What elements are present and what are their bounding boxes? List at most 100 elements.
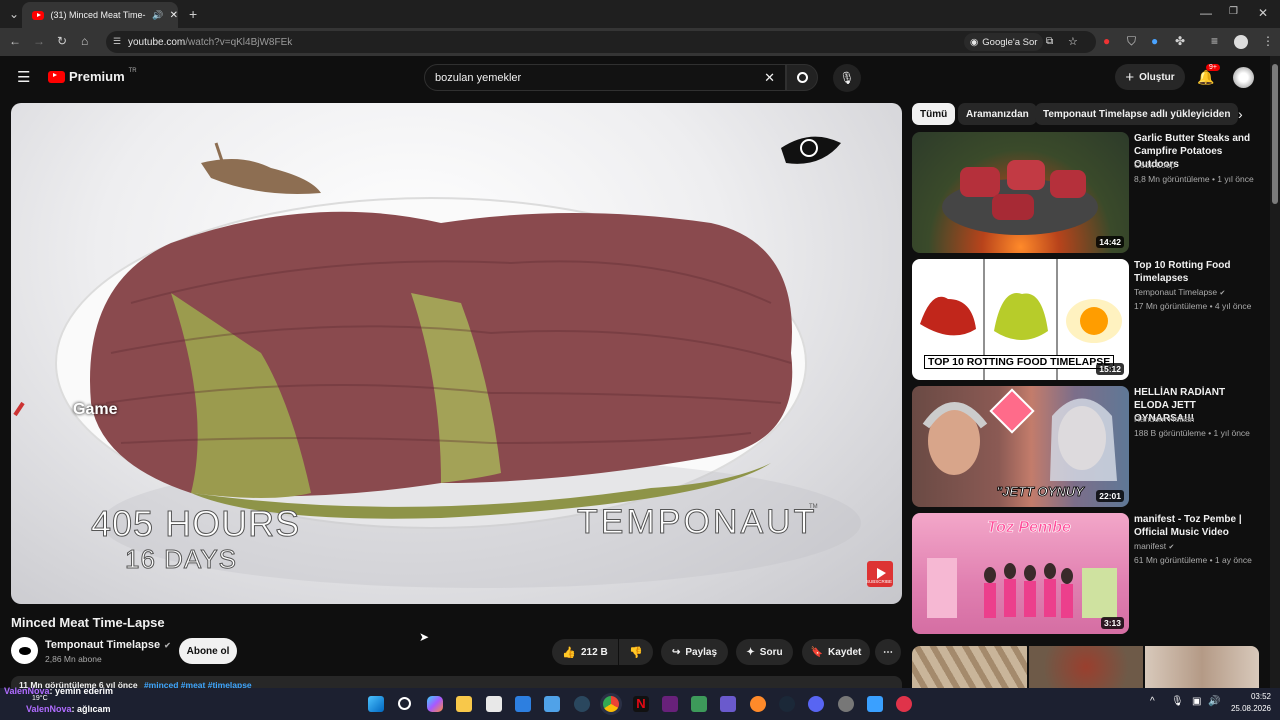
rec-thumbnail-4[interactable]: Toz Pembe 3:13 xyxy=(912,513,1129,634)
mail-icon[interactable] xyxy=(515,696,531,712)
media-control-icon[interactable]: ≡ xyxy=(1211,35,1218,47)
chrome-taskbar-icon[interactable] xyxy=(603,696,619,712)
audio-icon[interactable]: 🔊 xyxy=(152,10,163,21)
profile-avatar[interactable] xyxy=(1234,35,1248,49)
tray-chevron-icon[interactable]: ^ xyxy=(1150,696,1155,707)
chip-from-search[interactable]: Aramanızdan xyxy=(958,103,1037,125)
chip-all[interactable]: Tümü xyxy=(912,103,956,125)
extension-blue-icon[interactable]: ● xyxy=(1151,35,1158,47)
steam-icon[interactable] xyxy=(779,696,795,712)
chrome-menu-icon[interactable]: ⋮ xyxy=(1262,35,1274,47)
notepad-icon[interactable] xyxy=(544,696,560,712)
clock-time[interactable]: 03:52 xyxy=(1231,692,1271,701)
youtube-logo[interactable]: Premium TR xyxy=(48,68,137,84)
store-icon[interactable] xyxy=(486,696,502,712)
ask-button[interactable]: ✦ Soru xyxy=(736,639,793,665)
channel-avatar[interactable] xyxy=(11,637,38,664)
rec-channel-4[interactable]: manifest ✔ xyxy=(1134,540,1174,554)
account-avatar[interactable] xyxy=(1233,67,1254,88)
subscribe-button[interactable]: Abone ol xyxy=(179,638,237,664)
google-ask-button[interactable]: ◉ Google'a Sor xyxy=(964,33,1044,51)
page-scrollbar[interactable] xyxy=(1270,56,1280,688)
tray-network-icon[interactable]: ▣ xyxy=(1192,696,1201,707)
reload-icon[interactable]: ↻ xyxy=(57,35,67,47)
back-icon[interactable]: ← xyxy=(9,35,21,47)
search-button[interactable] xyxy=(786,64,818,91)
weather-widget[interactable]: 19°C xyxy=(32,695,48,702)
chat-2-user: ValenNova xyxy=(26,704,72,714)
chips-next-icon[interactable]: › xyxy=(1238,106,1243,122)
clock-date[interactable]: 25.08.2026 xyxy=(1224,704,1271,713)
extension-shield-icon[interactable]: ⛉ xyxy=(1127,35,1136,47)
netflix-icon[interactable]: N xyxy=(633,696,649,712)
rec-thumbnail-1[interactable]: 14:42 xyxy=(912,132,1129,253)
tab-close-icon[interactable]: ✕ xyxy=(170,10,178,21)
channel-name[interactable]: Temponaut Timelapse ✔ xyxy=(45,639,171,651)
notifications-button[interactable]: 🔔 9+ xyxy=(1197,64,1220,86)
search-input[interactable]: bozulan yemekler ✕ xyxy=(424,64,786,91)
video-player[interactable]: 405 HOURS 16 DAYS TEMPONAUT TM Game SUBS… xyxy=(11,103,902,604)
discord-icon[interactable] xyxy=(808,696,824,712)
app-icon-6[interactable] xyxy=(896,696,912,712)
rec-thumb-text-4: Toz Pembe xyxy=(987,519,1071,537)
app-icon-4[interactable] xyxy=(838,696,854,712)
forward-icon[interactable]: → xyxy=(33,35,45,47)
copilot-icon[interactable] xyxy=(427,696,443,712)
subscriber-count: 2,86 Mn abone xyxy=(45,654,102,664)
save-label: Kaydet xyxy=(828,646,862,658)
rec-thumbnail-5[interactable] xyxy=(912,646,1027,688)
new-tab-icon[interactable]: + xyxy=(189,7,197,21)
site-info-icon[interactable]: ☰ xyxy=(113,36,121,47)
maximize-icon[interactable]: ❐ xyxy=(1229,7,1238,17)
rec-channel-2[interactable]: Temponaut Timelapse ✔ xyxy=(1134,286,1225,300)
extension-red-icon[interactable]: ● xyxy=(1103,35,1110,47)
app-icon-2[interactable] xyxy=(720,696,736,712)
chip-from-uploader[interactable]: Temponaut Timelapse adlı yükleyiciden xyxy=(1035,103,1239,125)
tray-volume-icon[interactable]: 🔊 xyxy=(1208,696,1220,707)
app-icon-3[interactable] xyxy=(750,696,766,712)
windows-start-icon[interactable] xyxy=(368,696,384,712)
taskbar-search-icon[interactable] xyxy=(398,697,411,710)
description-box[interactable]: 11 Mn görüntüleme 6 yıl önce #minced #me… xyxy=(11,676,902,688)
file-explorer-icon[interactable] xyxy=(456,696,472,712)
youtube-header: ☰ Premium TR bozulan yemekler ✕ 🎙 + Oluş… xyxy=(0,56,1270,98)
rec-thumbnail-3[interactable]: "JETT OYNUY 22:01 xyxy=(912,386,1129,507)
app-icon-5[interactable] xyxy=(867,696,883,712)
rec-thumbnail-2[interactable]: TOP 10 ROTTING FOOD TIMELAPSE 15:12 xyxy=(912,259,1129,380)
rec-title-2[interactable]: Top 10 Rotting Food Timelapses xyxy=(1134,259,1254,285)
tab-search-icon[interactable]: ⌄ xyxy=(9,8,19,20)
rec-thumbnail-7[interactable] xyxy=(1145,646,1259,688)
like-button[interactable]: 👍 212 B xyxy=(552,639,618,665)
home-icon[interactable]: ⌂ xyxy=(81,35,88,47)
extensions-puzzle-icon[interactable]: ✤ xyxy=(1175,35,1185,47)
subscribe-watermark[interactable]: SUBSCRIBE xyxy=(866,579,892,584)
rec-channel-1[interactable]: Cook Loop xyxy=(1134,159,1175,172)
more-actions-button[interactable]: ⋯ xyxy=(875,639,901,665)
voice-search-button[interactable]: 🎙 xyxy=(833,64,861,92)
tray-mic-icon[interactable]: 🎙 xyxy=(1171,696,1184,707)
overlay-brand: TEMPONAUT xyxy=(576,503,818,542)
close-window-icon[interactable]: ✕ xyxy=(1258,7,1268,19)
install-icon[interactable]: ⧉ xyxy=(1046,36,1053,47)
create-button[interactable]: + Oluştur xyxy=(1115,64,1185,90)
overlay-game: Game xyxy=(73,401,118,418)
chat-line-1: ValenNova: yemin ederim xyxy=(4,686,113,696)
save-button[interactable]: 🔖 Kaydet xyxy=(802,639,870,665)
menu-icon[interactable]: ☰ xyxy=(17,68,30,86)
chat-1-msg: : yemin ederim xyxy=(49,686,114,696)
rec-thumbnail-6[interactable] xyxy=(1029,646,1143,688)
steam-like-icon[interactable] xyxy=(574,696,590,712)
bookmark-star-icon[interactable]: ☆ xyxy=(1068,35,1078,48)
clear-search-icon[interactable]: ✕ xyxy=(764,70,775,86)
address-bar[interactable]: ☰ youtube.com/watch?v=qKl4BjW8FEk ◉ Googl… xyxy=(106,31,1096,53)
browser-tab[interactable]: (31) Minced Meat Time-Lap 🔊 ✕ xyxy=(22,2,178,28)
app-icon-1[interactable] xyxy=(691,696,707,712)
rec-title-4[interactable]: manifest - Toz Pembe | Official Music Vi… xyxy=(1134,513,1254,539)
dislike-button[interactable]: 👎 xyxy=(619,639,653,665)
mouse-cursor-icon: ➤ xyxy=(419,630,430,644)
visual-studio-icon[interactable] xyxy=(662,696,678,712)
rec-channel-3[interactable]: Random Hellian xyxy=(1134,413,1194,426)
share-button[interactable]: ↪ Paylaş xyxy=(661,639,728,665)
scrollbar-thumb[interactable] xyxy=(1272,64,1278,204)
minimize-icon[interactable]: — xyxy=(1200,7,1212,19)
